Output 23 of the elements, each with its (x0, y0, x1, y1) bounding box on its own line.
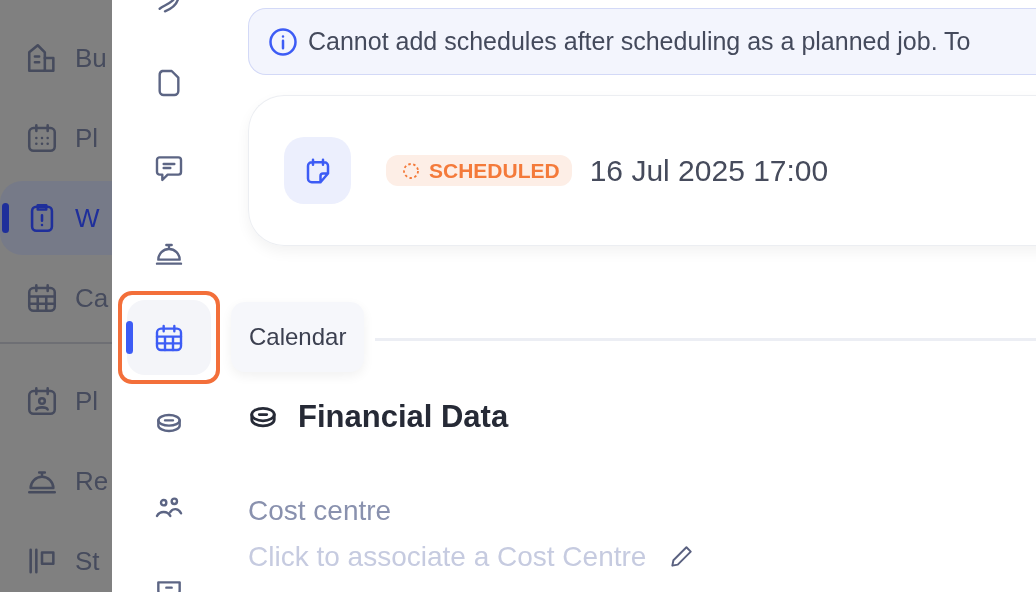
field-label: Cost centre (248, 495, 393, 527)
calendar-person-icon (25, 384, 59, 418)
sidebar-item[interactable]: Pl (0, 364, 112, 438)
sidebar-item[interactable]: Bu (0, 21, 112, 95)
calendar-icon (25, 281, 59, 315)
status-badge: SCHEDULED (386, 155, 572, 186)
selection-indicator (125, 321, 133, 354)
dashed-circle-icon (401, 160, 421, 181)
sidebar-item[interactable]: Pl (0, 101, 112, 175)
sidebar-item[interactable]: Re (0, 444, 112, 518)
selection-indicator (2, 203, 9, 233)
info-icon (268, 26, 298, 57)
banner-text: Cannot add schedules after scheduling as a planned job. To (308, 27, 971, 56)
sidebar-item[interactable]: W (0, 181, 112, 255)
cost-centre-link[interactable]: Click to associate a Cost Centre (248, 541, 647, 573)
schedule-date: 16 Jul 2025 17:00 (589, 153, 829, 188)
pencil-icon[interactable] (668, 544, 695, 570)
rail-item[interactable] (126, 300, 211, 375)
section-title: Financial Data (298, 399, 509, 435)
tooltip: Calendar (231, 302, 365, 372)
sidebar-item[interactable]: Ca (0, 261, 112, 335)
calendar-icon (25, 121, 59, 155)
sidebar-item[interactable]: St (0, 524, 112, 592)
